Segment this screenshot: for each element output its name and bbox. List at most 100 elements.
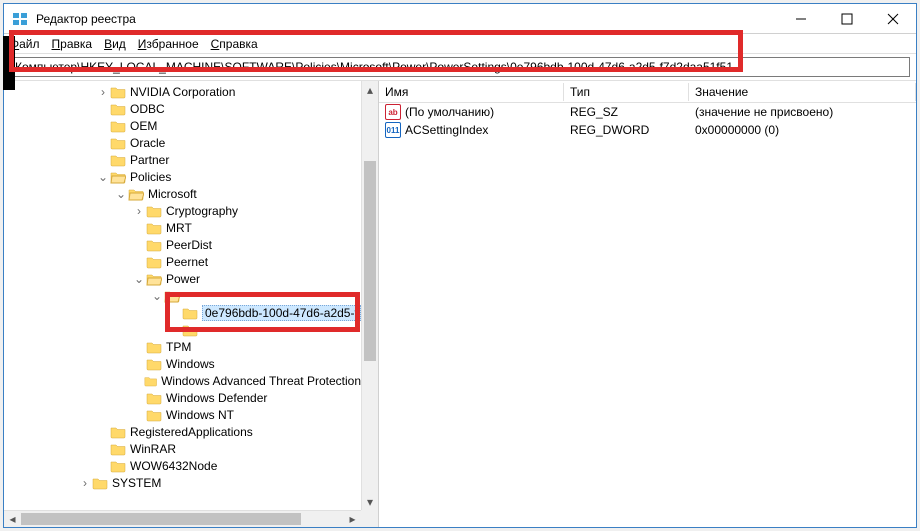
cell-type: REG_DWORD <box>564 123 689 137</box>
tree-label: Power <box>166 272 200 286</box>
scroll-thumb[interactable] <box>21 513 301 525</box>
expand-toggle-icon: · <box>132 391 146 405</box>
list-row[interactable]: ab(По умолчанию)REG_SZ(значение не присв… <box>379 103 916 121</box>
menubar: Файл Правка Вид Избранное Справка <box>4 34 916 54</box>
expand-toggle-icon[interactable]: ⌄ <box>114 187 128 201</box>
list-header: Имя Тип Значение <box>379 81 916 103</box>
addressbar[interactable] <box>10 57 910 77</box>
tree-item[interactable]: · Partner <box>4 151 361 168</box>
tree-label: 0e796bdb-100d-47d6-a2d5-f <box>202 305 361 321</box>
tree-label: TPM <box>166 340 191 354</box>
tree-item[interactable]: · Windows Defender <box>4 389 361 406</box>
tree-vscrollbar[interactable]: ▴ ▾ <box>361 81 378 510</box>
expand-toggle-icon: · <box>132 408 146 422</box>
tree-hscrollbar[interactable]: ◂ ▸ <box>4 510 361 527</box>
expand-toggle-icon[interactable]: ⌄ <box>132 272 146 286</box>
tree-label: Cryptography <box>166 204 238 218</box>
minimize-button[interactable] <box>778 4 824 33</box>
cell-type: REG_SZ <box>564 105 689 119</box>
maximize-button[interactable] <box>824 4 870 33</box>
tree-pane: ›NVIDIA Corporation·ODBC·OEM·Oracle·Part… <box>4 81 379 527</box>
body: ›NVIDIA Corporation·ODBC·OEM·Oracle·Part… <box>4 81 916 527</box>
tree-item[interactable]: ·RegisteredApplications <box>4 423 361 440</box>
col-data[interactable]: Значение <box>689 83 916 101</box>
expand-toggle-icon: · <box>168 323 182 337</box>
menu-favorites[interactable]: Избранное <box>138 37 199 51</box>
menu-edit[interactable]: Правка <box>52 37 93 51</box>
expand-toggle-icon: · <box>96 153 110 167</box>
tree-item[interactable]: ·0e796bdb-100d-47d6-a2d5-f <box>4 304 361 321</box>
expand-toggle-icon[interactable]: › <box>78 476 92 490</box>
expand-toggle-icon: · <box>96 119 110 133</box>
expand-toggle-icon: · <box>132 357 146 371</box>
tree-item[interactable]: › SYSTEM <box>4 474 361 491</box>
list-body[interactable]: ab(По умолчанию)REG_SZ(значение не присв… <box>379 103 916 527</box>
tree-item[interactable]: › NVIDIA Corporation <box>4 83 361 100</box>
close-button[interactable] <box>870 4 916 33</box>
tree-label: MRT <box>166 221 192 235</box>
expand-toggle-icon: · <box>96 136 110 150</box>
tree-label: Windows Defender <box>166 391 267 405</box>
tree-item[interactable]: ⌄ Policies <box>4 168 361 185</box>
expand-toggle-icon: · <box>96 459 110 473</box>
expand-toggle-icon[interactable]: › <box>132 204 146 218</box>
tree-item[interactable]: · Windows <box>4 355 361 372</box>
expand-toggle-icon: · <box>96 442 110 456</box>
expand-toggle-icon[interactable]: › <box>96 85 110 99</box>
tree-item[interactable]: › Cryptography <box>4 202 361 219</box>
tree-item[interactable]: · Oracle <box>4 134 361 151</box>
tree-item[interactable]: ·MRT <box>4 219 361 236</box>
menu-view[interactable]: Вид <box>104 37 126 51</box>
tree-label: ODBC <box>130 102 165 116</box>
tree-label: SYSTEM <box>112 476 161 490</box>
tree[interactable]: ›NVIDIA Corporation·ODBC·OEM·Oracle·Part… <box>4 83 361 491</box>
tree-item[interactable]: ·WOW6432Node <box>4 457 361 474</box>
tree-item[interactable]: · <box>4 321 361 338</box>
tree-item[interactable]: · TPM <box>4 338 361 355</box>
scroll-thumb[interactable] <box>364 161 376 361</box>
tree-item[interactable]: ⌄ Power <box>4 270 361 287</box>
tree-label: Oracle <box>130 136 165 150</box>
cell-data: (значение не присвоено) <box>689 105 916 119</box>
tree-item[interactable]: · ODBC <box>4 100 361 117</box>
scroll-left-icon[interactable]: ◂ <box>4 511 21 527</box>
expand-toggle-icon[interactable]: ⌄ <box>96 170 110 184</box>
reg-sz-icon: ab <box>385 104 401 120</box>
expand-toggle-icon: · <box>96 102 110 116</box>
scroll-up-icon[interactable]: ▴ <box>362 81 378 98</box>
expand-toggle-icon: · <box>96 425 110 439</box>
col-name[interactable]: Имя <box>379 83 564 101</box>
col-type[interactable]: Тип <box>564 83 689 101</box>
tree-item[interactable]: ·Windows NT <box>4 406 361 423</box>
tree-label: Peernet <box>166 255 208 269</box>
tree-label: Policies <box>130 170 171 184</box>
regedit-window: Редактор реестра Файл Правка Вид Избранн… <box>3 3 917 528</box>
tree-label: NVIDIA Corporation <box>130 85 235 99</box>
tree-item[interactable]: · PeerDist <box>4 236 361 253</box>
tree-label: Windows <box>166 357 215 371</box>
tree-label: Partner <box>130 153 169 167</box>
tree-item[interactable]: ·Peernet <box>4 253 361 270</box>
scroll-corner <box>361 510 378 527</box>
list-row[interactable]: 011ACSettingIndexREG_DWORD0x00000000 (0) <box>379 121 916 139</box>
cell-data: 0x00000000 (0) <box>689 123 916 137</box>
tree-item[interactable]: ·Windows Advanced Threat Protection <box>4 372 361 389</box>
menu-help[interactable]: Справка <box>211 37 258 51</box>
titlebar: Редактор реестра <box>4 4 916 34</box>
window-title: Редактор реестра <box>36 12 778 26</box>
tree-item[interactable]: ·WinRAR <box>4 440 361 457</box>
menu-file[interactable]: Файл <box>10 37 40 51</box>
window-buttons <box>778 4 916 33</box>
expand-toggle-icon[interactable]: ⌄ <box>150 289 164 303</box>
expand-toggle-icon: · <box>132 340 146 354</box>
tree-item[interactable]: ·OEM <box>4 117 361 134</box>
expand-toggle-icon: · <box>132 238 146 252</box>
addressbar-row <box>4 54 916 81</box>
tree-label: PeerDist <box>166 238 212 252</box>
tree-item[interactable]: ⌄Microsoft <box>4 185 361 202</box>
value-list-pane: Имя Тип Значение ab(По умолчанию)REG_SZ(… <box>379 81 916 527</box>
scroll-right-icon[interactable]: ▸ <box>344 511 361 527</box>
expand-toggle-icon: · <box>132 374 144 388</box>
tree-item[interactable]: ⌄ <box>4 287 361 304</box>
scroll-down-icon[interactable]: ▾ <box>362 493 378 510</box>
